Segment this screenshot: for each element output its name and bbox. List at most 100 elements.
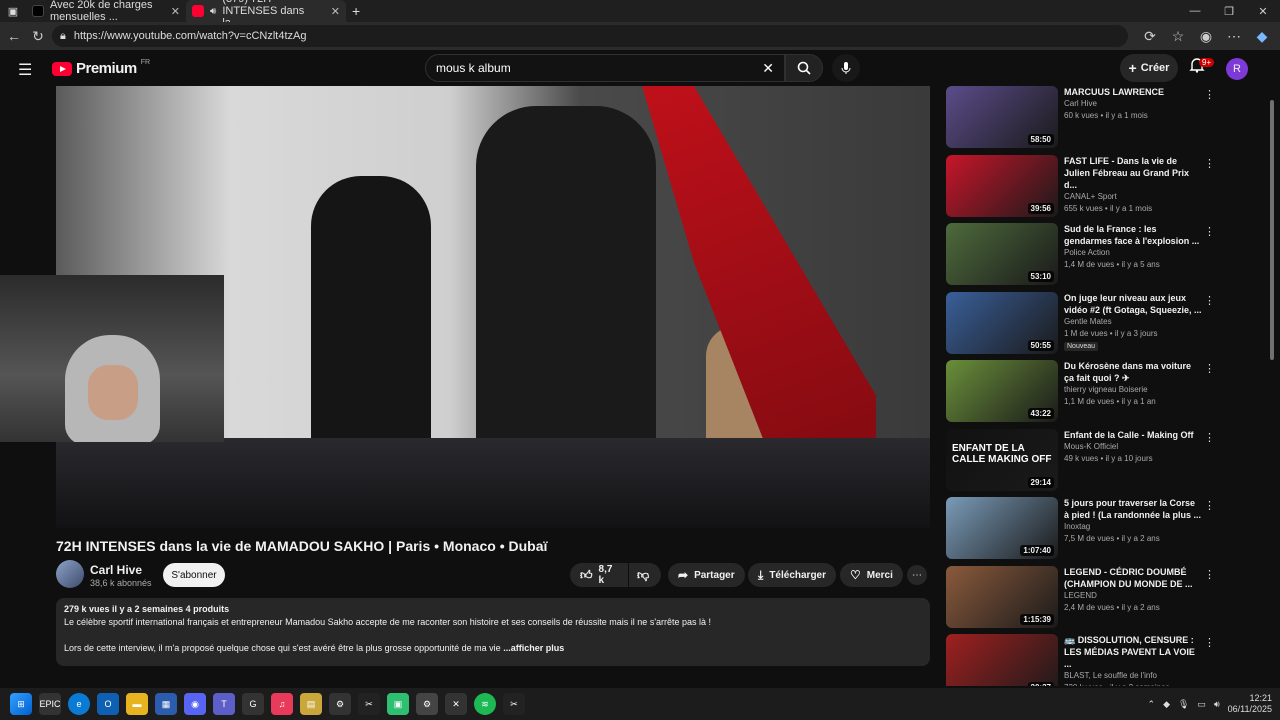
video-title[interactable]: On juge leur niveau aux jeux vidéo #2 (f… <box>1064 292 1202 316</box>
video-channel[interactable]: CANAL+ Sport <box>1064 191 1202 203</box>
maximize-icon[interactable]: ❐ <box>1212 0 1246 22</box>
video-channel[interactable]: Gentle Mates <box>1064 316 1202 328</box>
sidebar-toggle[interactable]: ▣ <box>0 0 26 22</box>
app-icon[interactable]: G <box>242 693 264 715</box>
favorites-icon[interactable]: ☆ <box>1166 24 1190 48</box>
tab-tiktok[interactable]: Avec 20k de charges mensuelles ... ✕ <box>26 0 186 23</box>
more-vertical-icon[interactable]: ⋮ <box>1204 636 1215 649</box>
dislike-button[interactable]: 👎︎ <box>629 563 661 587</box>
more-actions-button[interactable]: ⋯ <box>907 565 927 585</box>
discord-icon[interactable]: ◉ <box>184 693 206 715</box>
video-title[interactable]: Du Kérosène dans ma voiture ça fait quoi… <box>1064 360 1202 384</box>
recommended-video[interactable]: 20:37 🚌 DISSOLUTION, CENSURE : LES MÉDIA… <box>946 634 1266 686</box>
recommended-video[interactable]: 1:15:39 LEGEND - CÉDRIC DOUMBÉ (CHAMPION… <box>946 565 1266 635</box>
close-icon[interactable]: ✕ <box>331 5 340 18</box>
search-input[interactable]: mous k album ✕ <box>425 54 785 82</box>
settings-icon[interactable]: ⚙ <box>416 693 438 715</box>
chevron-up-icon[interactable]: ⌃ <box>1148 699 1156 710</box>
youtube-logo[interactable]: Premium FR <box>52 59 150 77</box>
more-icon[interactable]: ⋯ <box>1222 24 1246 48</box>
menu-icon[interactable]: ☰ <box>18 60 32 80</box>
video-thumbnail[interactable]: 58:50 <box>946 86 1058 148</box>
more-vertical-icon[interactable]: ⋮ <box>1204 568 1215 581</box>
recommended-video[interactable]: 58:50 MARCUUS LAWRENCE Carl Hive 60 k vu… <box>946 86 1266 155</box>
thanks-button[interactable]: ♡ Merci <box>840 563 903 587</box>
video-thumbnail[interactable]: 39:56 <box>946 154 1058 217</box>
video-thumbnail[interactable]: 43:22 <box>946 360 1058 422</box>
profile-icon[interactable]: ◉ <box>1194 24 1218 48</box>
copilot-icon[interactable]: ◆ <box>1250 24 1274 48</box>
video-title[interactable]: 🚌 DISSOLUTION, CENSURE : LES MÉDIAS PAVE… <box>1064 634 1202 670</box>
video-thumbnail[interactable]: ENFANT DE LA CALLE MAKING OFF 29:14 <box>946 428 1058 491</box>
video-channel[interactable]: Mous-K Officiel <box>1064 441 1202 453</box>
video-thumbnail[interactable]: 53:10 <box>946 223 1058 285</box>
video-thumbnail[interactable]: 1:15:39 <box>946 565 1058 628</box>
voice-search-button[interactable] <box>832 54 860 82</box>
settings-app-icon[interactable]: ⚙ <box>329 693 351 715</box>
video-channel[interactable]: thierry vigneau Boiserie <box>1064 384 1202 396</box>
download-button[interactable]: ⤓ Télécharger <box>748 563 837 587</box>
android-icon[interactable]: ▣ <box>387 693 409 715</box>
more-vertical-icon[interactable]: ⋮ <box>1204 225 1215 238</box>
recommended-video[interactable]: 50:55 On juge leur niveau aux jeux vidéo… <box>946 291 1266 361</box>
recommended-video[interactable]: 53:10 Sud de la France : les gendarmes f… <box>946 223 1266 292</box>
close-icon[interactable]: ✕ <box>171 5 180 18</box>
speaker-icon[interactable]: 🔊︎ <box>210 6 216 17</box>
spotify-icon[interactable]: ≋ <box>474 693 496 715</box>
windows-start-icon[interactable]: ⊞ <box>10 693 32 715</box>
notes-icon[interactable]: ▤ <box>300 693 322 715</box>
scrollbar-thumb[interactable] <box>1270 100 1274 360</box>
video-title[interactable]: Sud de la France : les gendarmes face à … <box>1064 223 1202 247</box>
epic-games-icon[interactable]: EPIC <box>39 693 61 715</box>
more-vertical-icon[interactable]: ⋮ <box>1204 499 1215 512</box>
video-title[interactable]: MARCUUS LAWRENCE <box>1064 86 1202 98</box>
extensions-icon[interactable]: ⟳ <box>1138 24 1162 48</box>
channel-name[interactable]: Carl Hive <box>90 563 142 577</box>
video-channel[interactable]: Inoxtag <box>1064 521 1202 533</box>
music-icon[interactable]: ♫ <box>271 693 293 715</box>
more-vertical-icon[interactable]: ⋮ <box>1204 294 1215 307</box>
network-icon[interactable]: ▭ <box>1197 699 1206 710</box>
edge-icon[interactable]: e <box>68 693 90 715</box>
video-thumbnail[interactable]: 1:07:40 <box>946 497 1058 559</box>
recommended-video[interactable]: 43:22 Du Kérosène dans ma voiture ça fai… <box>946 360 1266 429</box>
volume-icon[interactable]: 🔊︎ <box>1214 699 1220 710</box>
video-title[interactable]: FAST LIFE - Dans la vie de Julien Fébrea… <box>1064 155 1202 191</box>
recommended-video[interactable]: ENFANT DE LA CALLE MAKING OFF 29:14 Enfa… <box>946 428 1266 498</box>
video-channel[interactable]: LEGEND <box>1064 590 1202 602</box>
capcut-icon-2[interactable]: ✂ <box>503 693 525 715</box>
more-vertical-icon[interactable]: ⋮ <box>1204 157 1215 170</box>
more-vertical-icon[interactable]: ⋮ <box>1204 431 1215 444</box>
video-title[interactable]: LEGEND - CÉDRIC DOUMBÉ (CHAMPION DU MOND… <box>1064 566 1202 590</box>
file-explorer-icon[interactable]: ▬ <box>126 693 148 715</box>
like-button[interactable]: 👍︎ 8,7 k <box>570 563 628 587</box>
subscribe-button[interactable]: S'abonner <box>163 563 225 587</box>
video-thumbnail[interactable]: 50:55 <box>946 291 1058 354</box>
mic-tray-icon[interactable]: 🎙︎ <box>1178 699 1189 710</box>
video-channel[interactable]: Police Action <box>1064 247 1202 259</box>
account-avatar[interactable]: R <box>1226 58 1248 80</box>
minimize-icon[interactable]: — <box>1178 0 1212 22</box>
create-button[interactable]: + Créer <box>1120 54 1178 82</box>
video-title[interactable]: Enfant de la Calle - Making Off <box>1064 429 1202 441</box>
outlook-icon[interactable]: O <box>97 693 119 715</box>
show-more-link[interactable]: ...afficher plus <box>503 643 564 653</box>
teams-icon[interactable]: T <box>213 693 235 715</box>
channel-avatar[interactable] <box>56 560 84 588</box>
video-title[interactable]: 5 jours pour traverser la Corse à pied !… <box>1064 497 1202 521</box>
refresh-icon[interactable]: ↻ <box>26 24 50 48</box>
search-button[interactable] <box>785 54 823 82</box>
video-channel[interactable]: BLAST, Le souffle de l'info <box>1064 670 1202 682</box>
recommended-video[interactable]: 1:07:40 5 jours pour traverser la Corse … <box>946 497 1266 566</box>
store-icon[interactable]: ▦ <box>155 693 177 715</box>
url-field[interactable]: 🔒︎ https://www.youtube.com/watch?v=cCNzl… <box>52 25 1128 47</box>
capcut-icon[interactable]: ✂ <box>358 693 380 715</box>
clear-icon[interactable]: ✕ <box>762 60 774 77</box>
new-tab-button[interactable]: + <box>346 0 366 22</box>
scrollbar[interactable] <box>1269 86 1275 686</box>
video-thumbnail[interactable]: 20:37 <box>946 634 1058 686</box>
back-icon[interactable]: ← <box>2 24 26 48</box>
more-vertical-icon[interactable]: ⋮ <box>1204 88 1215 101</box>
tab-youtube[interactable]: 🔊︎ (379) 72H INTENSES dans la... ✕ <box>186 0 346 29</box>
video-channel[interactable]: Carl Hive <box>1064 98 1202 110</box>
